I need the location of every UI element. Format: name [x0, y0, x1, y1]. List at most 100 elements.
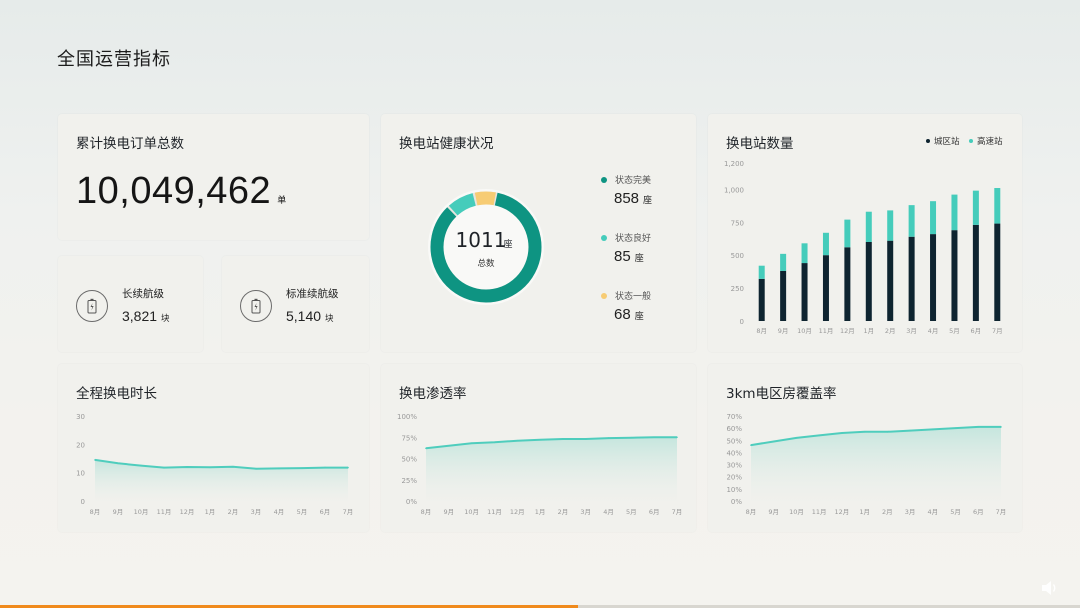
data-point — [886, 430, 889, 433]
orders-number: 10,049,462 — [76, 170, 272, 212]
x-tick-label: 11月 — [157, 508, 172, 516]
health-card: 换电站健康状况 1011 座 总数 状态完美 858 座 状态良好 85 座 状态一… — [381, 114, 696, 352]
battery-std-card: 标准续航级 5,140 块 — [222, 256, 369, 352]
x-tick-label: 3月 — [580, 508, 591, 516]
battery-std-label: 标准续航级 — [286, 288, 339, 300]
bar-city — [801, 263, 808, 321]
bar-city — [844, 247, 851, 321]
penetration-card: 换电渗透率 100% 75% 50% 25% 0% 8月 9月 10月 11月 12月 1月 2月 3月… — [381, 364, 696, 532]
y-tick-label: 0 — [81, 498, 85, 506]
y-tick-label: 70% — [726, 413, 742, 421]
legend-perfect-value: 858 座 — [614, 190, 652, 207]
y-tick-label: 30% — [726, 462, 742, 470]
duration-card: 全程换电时长 30 20 10 0 8月 9月 10月 11月 12月 1月 2月 3月 4月 5月 6月 7… — [58, 364, 369, 532]
y-tick-label: 0 — [740, 318, 744, 326]
battery-long-number: 3,821 — [122, 308, 158, 324]
speaker-icon[interactable] — [1040, 580, 1060, 596]
data-point — [117, 462, 119, 465]
data-point — [841, 432, 843, 434]
y-tick-label: 10 — [76, 470, 85, 478]
data-point — [324, 466, 326, 469]
battery-long-label: 长续航级 — [122, 288, 164, 300]
orders-value: 10,049,462 单 — [76, 170, 287, 213]
x-tick-label: 12月 — [510, 508, 525, 516]
y-tick-label: 1,000 — [724, 186, 744, 194]
orders-title: 累计换电订单总数 — [76, 136, 184, 152]
data-point — [448, 444, 450, 447]
x-tick-label: 2月 — [558, 508, 569, 516]
x-tick-label: 10月 — [797, 327, 812, 335]
x-tick-label: 1月 — [859, 508, 870, 516]
bar-highway — [887, 210, 894, 241]
bar-city — [951, 230, 958, 321]
x-tick-label: 5月 — [626, 508, 637, 516]
data-point — [909, 429, 911, 432]
bar-city — [865, 242, 872, 321]
legend-normal-unit: 座 — [634, 312, 644, 322]
data-point — [493, 441, 496, 444]
y-tick-label: 60% — [726, 425, 742, 433]
data-point — [1000, 426, 1002, 428]
bar-highway — [758, 265, 765, 279]
y-tick-label: 100% — [397, 413, 417, 421]
y-tick-label: 750 — [731, 219, 744, 227]
y-tick-label: 75% — [401, 434, 417, 442]
x-tick-label: 11月 — [819, 327, 834, 335]
x-tick-label: 10月 — [134, 508, 149, 516]
legend-good-unit: 座 — [634, 254, 644, 264]
x-tick-label: 3月 — [251, 508, 262, 516]
x-tick-label: 8月 — [90, 508, 101, 516]
data-point — [676, 436, 678, 439]
y-tick-label: 500 — [731, 252, 744, 260]
donut-total-value: 1011 — [456, 228, 507, 252]
data-point — [863, 430, 866, 433]
x-tick-label: 4月 — [927, 508, 938, 516]
legend-normal: 状态一般 — [601, 289, 651, 302]
data-point — [186, 466, 188, 468]
data-point — [607, 437, 610, 439]
dot-good — [601, 234, 607, 241]
battery-std-value: 5,140 块 — [286, 308, 334, 324]
battery-icon — [76, 290, 108, 322]
x-tick-label: 6月 — [971, 327, 982, 335]
data-point — [539, 439, 541, 441]
legend-normal-value: 68 座 — [614, 306, 644, 323]
x-tick-label: 7月 — [992, 327, 1003, 335]
area-fill — [751, 426, 1001, 501]
legend-good-number: 85 — [614, 248, 631, 265]
x-tick-label: 3月 — [905, 508, 916, 516]
legend-perfect: 状态完美 — [601, 173, 651, 186]
bar-highway — [930, 201, 937, 235]
battery-std-number: 5,140 — [286, 308, 322, 324]
x-tick-label: 7月 — [672, 508, 683, 516]
x-tick-label: 9月 — [113, 508, 124, 516]
penetration-area-chart: 100% 75% 50% 25% 0% 8月 9月 10月 11月 12月 1月 2月 3月 4月 5月 6月… — [397, 413, 683, 516]
bar-highway — [865, 211, 872, 242]
bar-city — [908, 236, 915, 321]
legend-normal-label: 状态一般 — [615, 292, 652, 302]
data-point — [516, 439, 519, 442]
x-tick-label: 1月 — [863, 327, 874, 335]
x-tick-label: 5月 — [949, 327, 960, 335]
data-point — [750, 444, 752, 446]
bar-highway — [994, 188, 1001, 224]
area-fill — [426, 437, 677, 501]
x-tick-label: 11月 — [812, 508, 827, 516]
battery-long-value: 3,821 块 — [122, 308, 170, 324]
data-point — [795, 437, 798, 439]
data-point — [301, 467, 303, 469]
legend-good-label: 状态良好 — [615, 234, 652, 244]
page-title: 全国运营指标 — [57, 49, 171, 70]
data-point — [94, 459, 96, 461]
x-tick-label: 4月 — [603, 508, 614, 516]
legend-perfect-label: 状态完美 — [615, 176, 652, 186]
duration-area-chart: 30 20 10 0 8月 9月 10月 11月 12月 1月 2月 3月 4月 5月 6月 7月 — [76, 413, 353, 516]
bar-city — [887, 240, 894, 321]
y-tick-label: 20 — [76, 441, 85, 449]
bar-city — [994, 223, 1001, 321]
legend-normal-number: 68 — [614, 306, 631, 323]
data-point — [954, 427, 957, 429]
x-tick-label: 8月 — [421, 508, 432, 516]
battery-std-unit: 块 — [325, 314, 334, 324]
orders-unit: 单 — [277, 196, 287, 206]
